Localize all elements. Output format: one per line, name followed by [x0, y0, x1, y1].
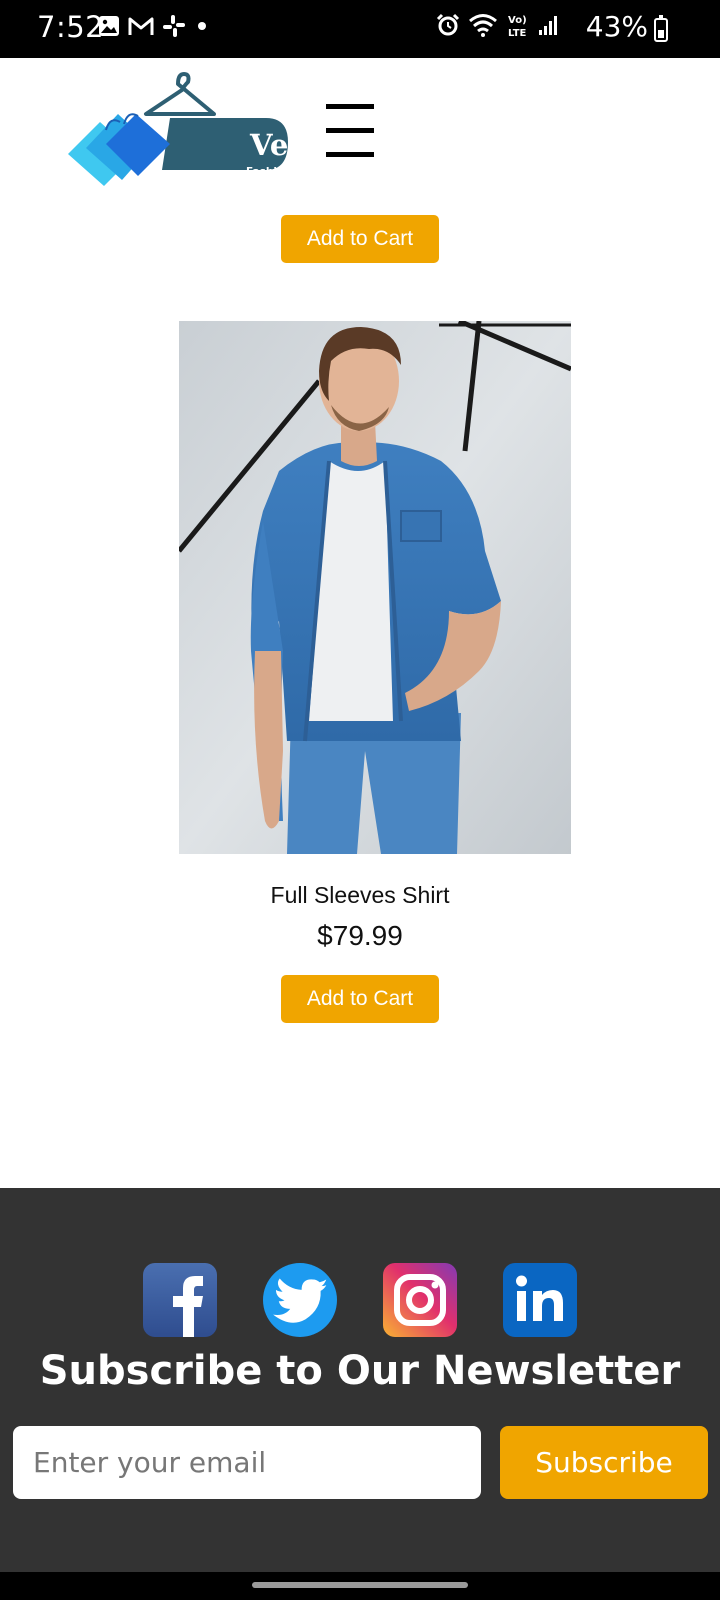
gallery-icon: [99, 16, 119, 36]
slack-icon: [163, 15, 185, 37]
notification-icons: [98, 14, 210, 38]
alarm-icon: [436, 13, 460, 36]
facebook-icon[interactable]: [143, 1263, 217, 1337]
linkedin-icon[interactable]: [503, 1263, 577, 1337]
status-time: 7:52: [37, 10, 105, 44]
home-gesture-handle[interactable]: [252, 1582, 468, 1588]
menu-line: [326, 152, 374, 157]
site-footer: Subscribe to Our Newsletter Subscribe: [0, 1188, 720, 1572]
battery-percentage: 43%: [585, 10, 648, 43]
status-bar: 7:52 Vo) LTE 43%: [0, 0, 720, 58]
logo-tagline: Fashion Collection: [246, 166, 355, 178]
logo-name: Vexia: [250, 128, 336, 162]
system-icons: Vo) LTE: [436, 12, 560, 38]
product-photo: [179, 321, 571, 854]
battery-icon: [654, 15, 668, 42]
hamburger-menu-icon[interactable]: [326, 104, 374, 162]
twitter-icon[interactable]: [263, 1263, 337, 1337]
svg-text:Vo): Vo): [508, 15, 527, 26]
svg-text:LTE: LTE: [508, 28, 527, 38]
gmail-icon: [128, 17, 154, 35]
wifi-icon: [469, 14, 497, 37]
dot-icon: [198, 22, 206, 30]
menu-line: [326, 128, 374, 133]
site-header: Vexia Fashion Collection: [0, 58, 720, 198]
volte-icon: Vo) LTE: [508, 15, 527, 38]
system-navigation-bar: [0, 1572, 720, 1600]
newsletter-title: Subscribe to Our Newsletter: [39, 1348, 681, 1394]
product-image[interactable]: [179, 321, 571, 854]
product-price: $79.99: [317, 920, 403, 951]
menu-line: [326, 104, 374, 109]
subscribe-button[interactable]: Subscribe: [500, 1426, 708, 1499]
instagram-icon[interactable]: [383, 1263, 457, 1337]
signal-icon: [539, 16, 557, 35]
add-to-cart-button[interactable]: Add to Cart: [281, 975, 439, 1023]
add-to-cart-button[interactable]: Add to Cart: [281, 215, 439, 263]
product-name: Full Sleeves Shirt: [270, 882, 450, 908]
email-input[interactable]: [13, 1426, 481, 1499]
brand-logo[interactable]: Vexia Fashion Collection: [66, 70, 354, 186]
